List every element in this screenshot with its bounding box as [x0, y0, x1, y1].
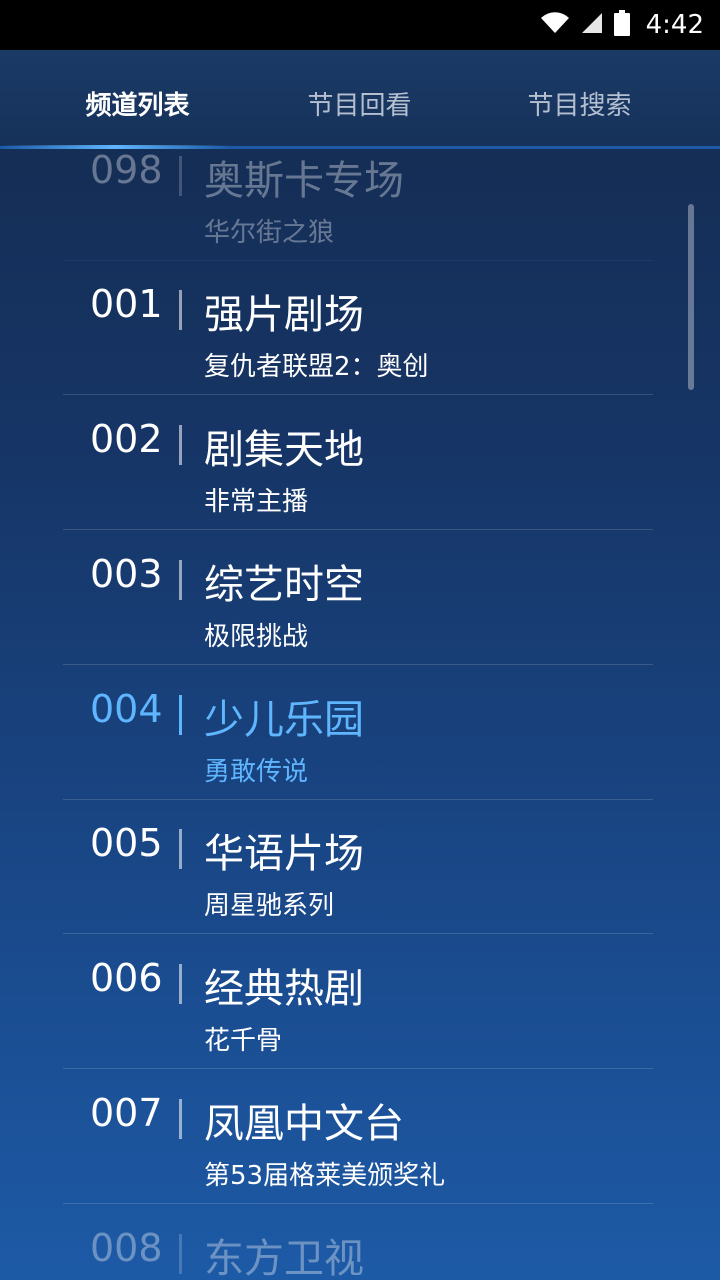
separator [179, 290, 182, 330]
channel-name: 少儿乐园 [204, 697, 364, 743]
program-name: 周星驰系列 [204, 891, 335, 921]
program-name: 华尔街之狼 [204, 218, 335, 248]
channel-row[interactable]: 003 综艺时空 极限挑战 [63, 530, 653, 665]
program-name: 第53届格莱美颁奖礼 [204, 1161, 446, 1191]
channel-row[interactable]: 001 强片剧场 复仇者联盟2：奥创 [63, 260, 653, 395]
channel-name: 综艺时空 [204, 562, 364, 608]
program-name: 勇敢传说 [204, 757, 309, 787]
separator [179, 829, 182, 869]
program-name: 复仇者联盟2：奥创 [204, 352, 429, 382]
separator [179, 156, 182, 196]
channel-name: 剧集天地 [204, 427, 364, 473]
separator [179, 695, 182, 735]
separator [179, 560, 182, 600]
signal-icon [580, 11, 604, 39]
channel-number: 001 [90, 282, 163, 326]
scrollbar[interactable] [688, 204, 694, 390]
channel-row[interactable]: 098 奥斯卡专场 华尔街之狼 [63, 146, 653, 261]
channel-number: 007 [90, 1091, 163, 1135]
separator [179, 425, 182, 465]
battery-icon [613, 10, 630, 40]
separator [179, 1099, 182, 1139]
tab-program-replay[interactable]: 节目回看 [272, 50, 447, 146]
clock-time: 4:42 [645, 10, 704, 40]
channel-number: 006 [90, 956, 163, 1000]
tab-channel-list[interactable]: 频道列表 [50, 50, 225, 146]
channel-list[interactable]: 098 奥斯卡专场 华尔街之狼 001 强片剧场 复仇者联盟2：奥创 002 剧… [0, 146, 720, 1280]
channel-number: 003 [90, 552, 163, 596]
wifi-icon [540, 11, 570, 39]
channel-name: 凤凰中文台 [204, 1101, 404, 1147]
tab-bar: 频道列表 节目回看 节目搜索 [0, 50, 720, 149]
channel-name: 奥斯卡专场 [204, 158, 404, 204]
status-bar: 4:42 [0, 0, 720, 50]
separator [179, 964, 182, 1004]
channel-number: 004 [90, 687, 163, 731]
program-name: 非常主播 [204, 487, 309, 517]
tab-program-search[interactable]: 节目搜索 [492, 50, 667, 146]
channel-row[interactable]: 002 剧集天地 非常主播 [63, 395, 653, 530]
channel-row[interactable]: 008 东方卫视 [63, 1204, 653, 1280]
channel-number: 098 [90, 148, 163, 192]
program-name: 花千骨 [204, 1026, 283, 1056]
channel-name: 经典热剧 [204, 966, 364, 1012]
channel-name: 东方卫视 [204, 1236, 364, 1280]
separator [179, 1234, 182, 1274]
channel-number: 008 [90, 1226, 163, 1270]
channel-number: 005 [90, 821, 163, 865]
channel-name: 强片剧场 [204, 292, 364, 338]
channel-row[interactable]: 007 凤凰中文台 第53届格莱美颁奖礼 [63, 1069, 653, 1204]
program-name: 极限挑战 [204, 622, 309, 652]
channel-row[interactable]: 006 经典热剧 花千骨 [63, 934, 653, 1069]
channel-row[interactable]: 005 华语片场 周星驰系列 [63, 799, 653, 934]
channel-name: 华语片场 [204, 831, 364, 877]
channel-number: 002 [90, 417, 163, 461]
channel-row-selected[interactable]: 004 少儿乐园 勇敢传说 [63, 665, 653, 800]
